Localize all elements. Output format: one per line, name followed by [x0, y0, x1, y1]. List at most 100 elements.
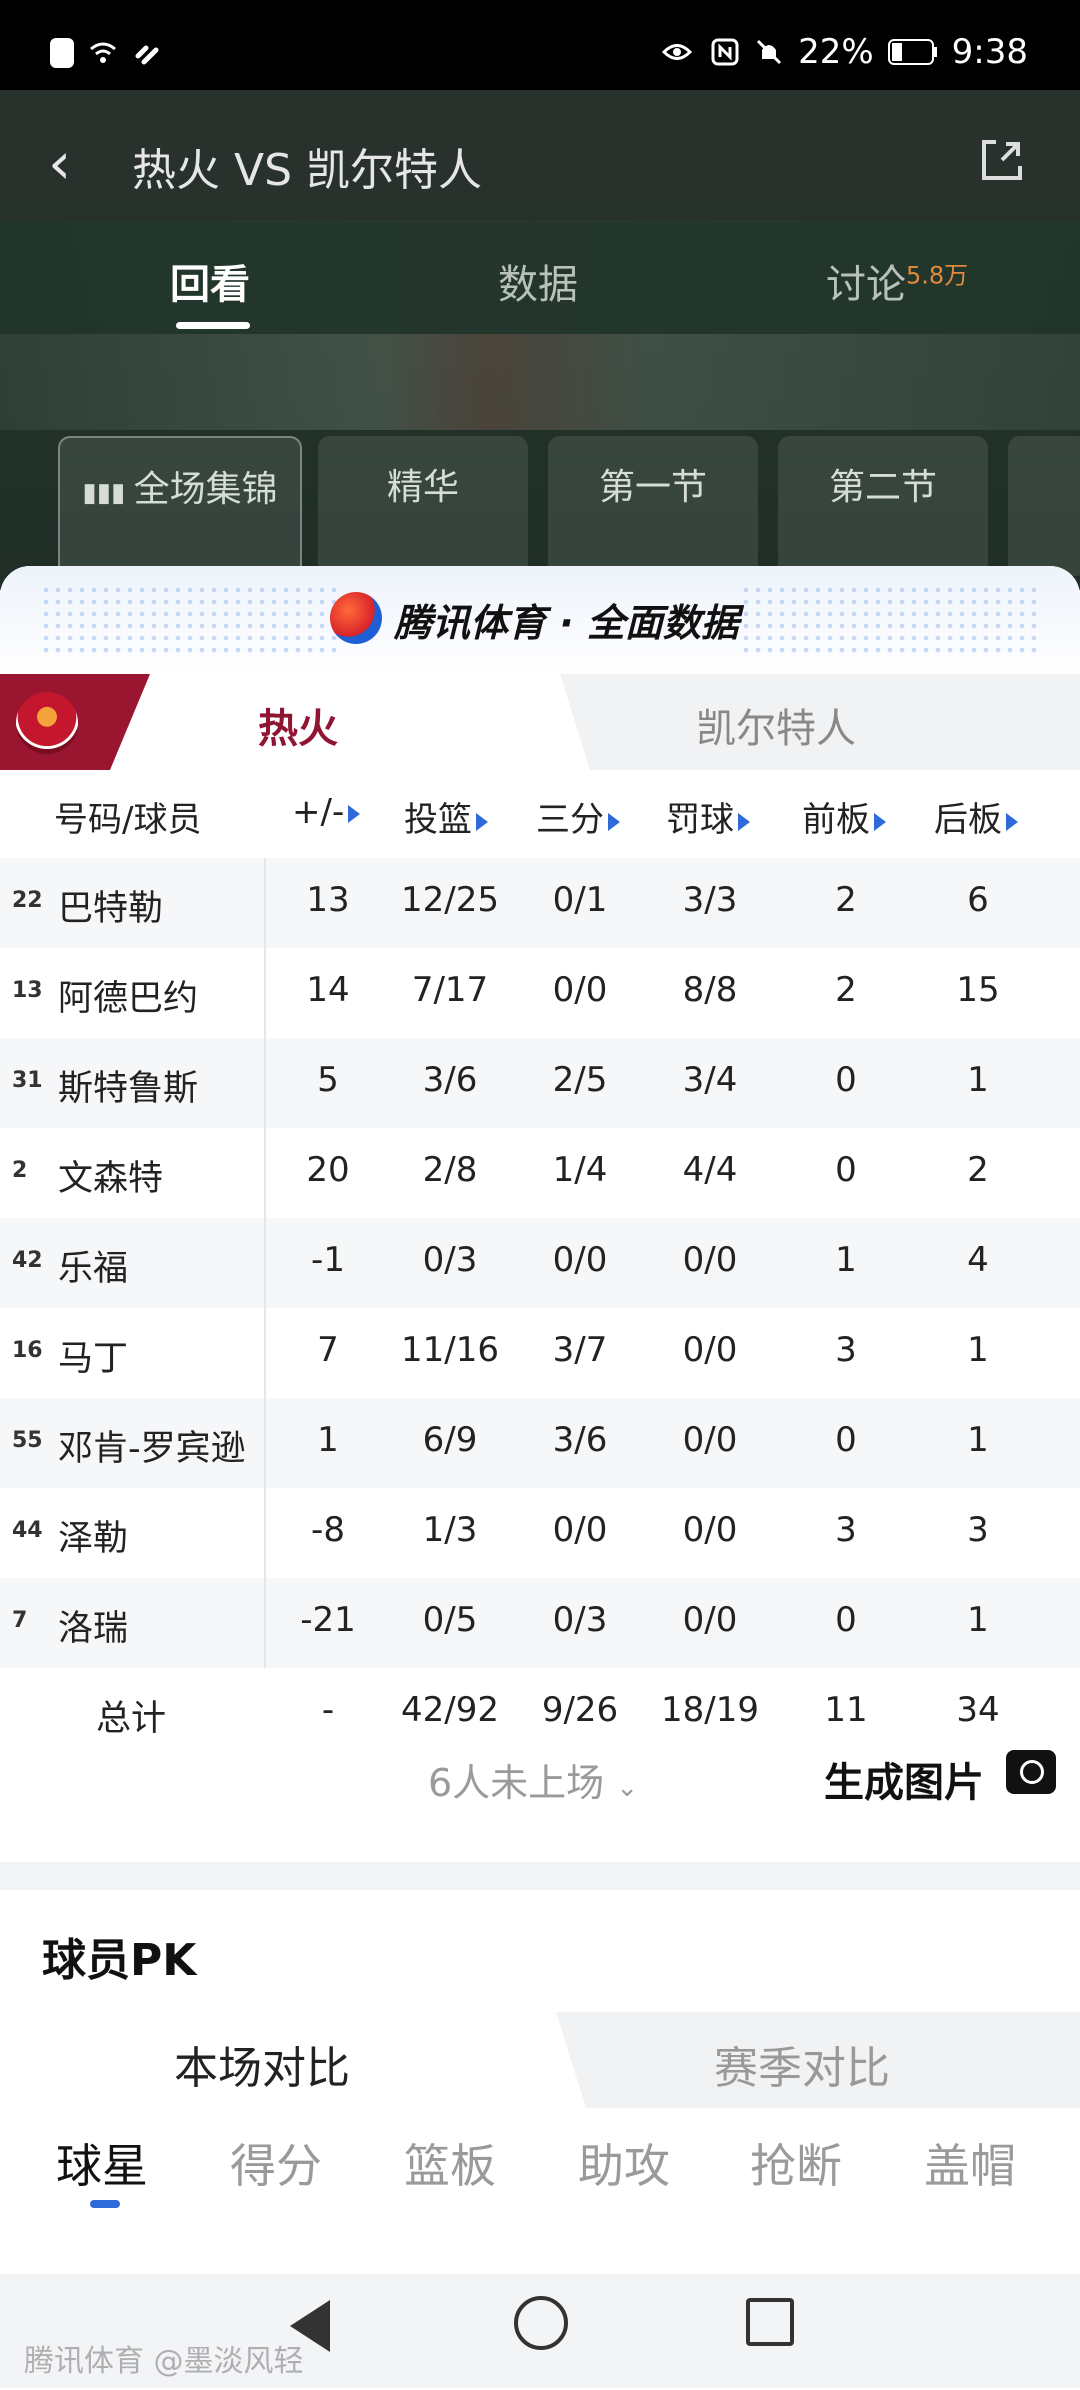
video-header: ‹ 热火 VS 凯尔特人 回看 数据 讨论5.8万 ▮▮▮ 全场集锦 精华 第一… [0, 90, 1080, 590]
cat-star[interactable]: 球星 [56, 2130, 148, 2196]
stat-dreb: 1 [967, 1060, 989, 1100]
chip-q2[interactable]: 第二节 [778, 436, 988, 576]
jersey-number: 22 [12, 888, 43, 913]
stat-ft: 3/4 [682, 1060, 738, 1100]
col-plusminus[interactable]: +/- [292, 792, 361, 832]
player-cell: 16 马丁 [0, 1308, 266, 1398]
show-bench-button[interactable]: 6人未上场 ⌄ [428, 1752, 638, 1807]
table-row[interactable]: 16 马丁 7 11/16 3/7 0/0 3 1 [0, 1308, 1080, 1398]
stat-ft: 0/0 [682, 1240, 738, 1280]
sort-icon [608, 812, 620, 831]
stat-fg: 3/6 [422, 1060, 478, 1100]
back-icon[interactable]: ‹ [48, 134, 71, 192]
jersey-number: 7 [12, 1608, 28, 1633]
jersey-number: 42 [12, 1248, 43, 1273]
team-tab-away[interactable]: 凯尔特人 [696, 696, 856, 754]
stat-dreb: 3 [967, 1510, 989, 1550]
nav-recents-icon[interactable] [746, 2298, 794, 2346]
stat-ft: 0/0 [682, 1510, 738, 1550]
stat-pm: -21 [300, 1600, 356, 1640]
jersey-number: 2 [12, 1158, 28, 1183]
player-name: 马丁 [58, 1339, 129, 1379]
tab-this-game-label: 本场对比 [174, 2043, 350, 2094]
chip-more[interactable] [1008, 436, 1080, 576]
total-fg: 42/92 [401, 1690, 499, 1730]
stat-fg: 2/8 [422, 1150, 478, 1190]
stat-ft: 3/3 [682, 880, 738, 920]
discussion-count-badge: 5.8万 [906, 261, 969, 290]
stat-oreb: 0 [835, 1600, 857, 1640]
player-cell: 42 乐福 [0, 1218, 266, 1308]
player-name: 乐福 [58, 1249, 129, 1289]
cat-rebounds[interactable]: 篮板 [404, 2130, 496, 2196]
table-row[interactable]: 44 泽勒 -8 1/3 0/0 0/0 3 3 [0, 1488, 1080, 1578]
stat-oreb: 0 [835, 1150, 857, 1190]
clock: 9:38 [951, 32, 1028, 72]
heat-logo [16, 692, 78, 754]
stat-tp: 0/0 [552, 1510, 608, 1550]
stat-tp: 0/0 [552, 1240, 608, 1280]
col-3pt[interactable]: 三分 [536, 792, 620, 841]
table-row[interactable]: 42 乐福 -1 0/3 0/0 0/0 1 4 [0, 1218, 1080, 1308]
table-row[interactable]: 31 斯特鲁斯 5 3/6 2/5 3/4 0 1 [0, 1038, 1080, 1128]
stat-tp: 1/4 [552, 1150, 608, 1190]
share-icon[interactable] [976, 134, 1028, 186]
cat-points[interactable]: 得分 [230, 2130, 322, 2196]
tencent-sports-logo [330, 592, 382, 644]
col-fg[interactable]: 投篮 [404, 792, 488, 841]
table-row[interactable]: 22 巴特勒 13 12/25 0/1 3/3 2 6 [0, 858, 1080, 948]
camera-icon[interactable] [1006, 1750, 1056, 1794]
col-dreb[interactable]: 后板 [934, 792, 1018, 841]
col-ft[interactable]: 罚球 [666, 792, 750, 841]
table-row[interactable]: 7 洛瑞 -21 0/5 0/3 0/0 0 1 [0, 1578, 1080, 1668]
table-row[interactable]: 2 文森特 20 2/8 1/4 4/4 0 2 [0, 1128, 1080, 1218]
chip-full-highlights[interactable]: ▮▮▮ 全场集锦 [58, 436, 302, 580]
notification-icon [50, 38, 74, 68]
wifi-icon [90, 42, 116, 63]
sort-icon [738, 812, 750, 831]
player-cell: 22 巴特勒 [0, 858, 266, 948]
stat-oreb: 3 [835, 1510, 857, 1550]
stat-fg: 0/3 [422, 1240, 478, 1280]
stat-dreb: 1 [967, 1600, 989, 1640]
link-icon [135, 45, 159, 65]
cat-blocks[interactable]: 盖帽 [924, 2130, 1016, 2196]
team-home-label: 热火 [258, 706, 338, 752]
stat-oreb: 0 [835, 1060, 857, 1100]
stat-tp: 0/3 [552, 1600, 608, 1640]
nav-home-icon[interactable] [514, 2296, 568, 2350]
stat-ft: 0/0 [682, 1330, 738, 1370]
table-footer: 6人未上场 ⌄ 生成图片 [0, 1728, 1080, 1828]
watermark: 腾讯体育 @墨淡风轻 [24, 2344, 304, 2379]
col-oreb[interactable]: 前板 [802, 792, 886, 841]
sort-icon [1006, 812, 1018, 831]
chip-q1[interactable]: 第一节 [548, 436, 758, 576]
table-row[interactable]: 55 邓肯-罗宾逊 1 6/9 3/6 0/0 0 1 [0, 1398, 1080, 1488]
cat-steals[interactable]: 抢断 [750, 2130, 842, 2196]
stat-dreb: 6 [967, 880, 989, 920]
team-tab-home[interactable]: 热火 [0, 674, 590, 770]
status-bar: 22% 9:38 [0, 0, 1080, 90]
dot-pattern [740, 584, 1040, 654]
nfc-icon [711, 38, 739, 66]
chart-icon: ▮▮▮ [82, 478, 134, 508]
stat-pm: -8 [311, 1510, 345, 1550]
stat-oreb: 3 [835, 1330, 857, 1370]
generate-image-button[interactable]: 生成图片 [824, 1750, 984, 1808]
col-label: 三分 [536, 800, 604, 840]
tab-season[interactable]: 赛季对比 [714, 2032, 890, 2096]
tab-replay[interactable]: 回看 [170, 252, 250, 310]
tab-data[interactable]: 数据 [498, 252, 578, 310]
tab-this-game[interactable]: 本场对比 [0, 2012, 586, 2108]
stat-fg: 6/9 [422, 1420, 478, 1460]
tab-discussion[interactable]: 讨论5.8万 [826, 252, 968, 310]
chip-essence[interactable]: 精华 [318, 436, 528, 576]
player-name: 洛瑞 [58, 1609, 129, 1649]
stat-ft: 4/4 [682, 1150, 738, 1190]
table-row[interactable]: 13 阿德巴约 14 7/17 0/0 8/8 2 15 [0, 948, 1080, 1038]
cat-assists[interactable]: 助攻 [578, 2130, 670, 2196]
player-cell: 2 文森特 [0, 1128, 266, 1218]
battery-percent: 22% [798, 32, 874, 72]
tab-indicator [176, 322, 250, 329]
stat-oreb: 0 [835, 1420, 857, 1460]
